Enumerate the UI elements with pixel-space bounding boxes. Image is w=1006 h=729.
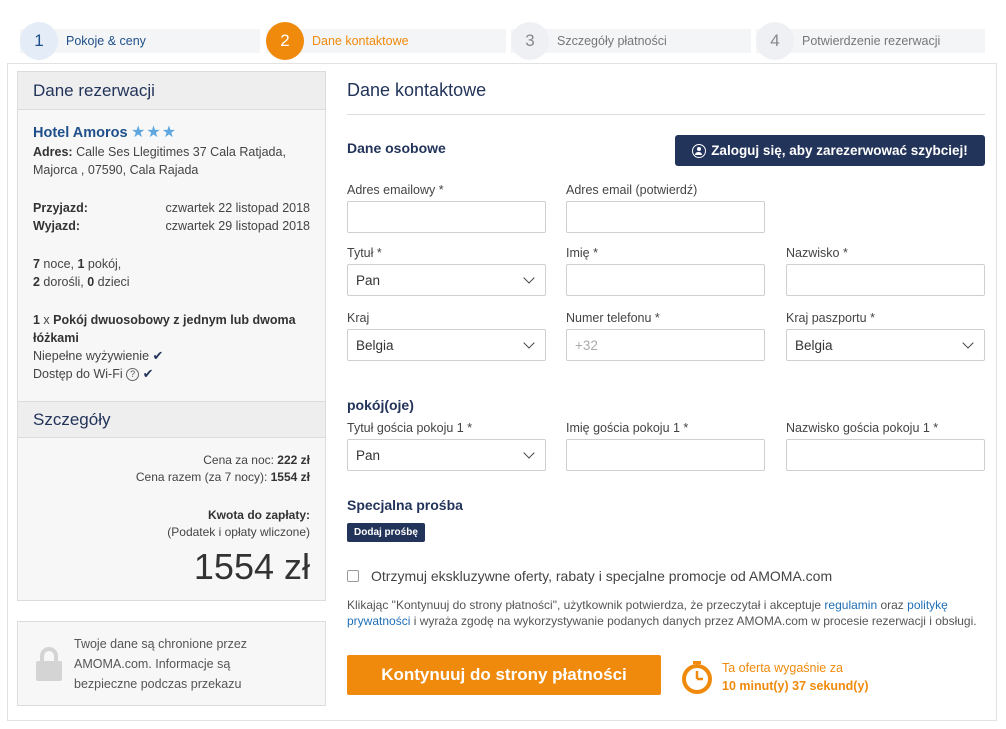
title-select[interactable]: Pan [347, 264, 546, 296]
chevron-down-icon [523, 337, 535, 349]
checkout-row: Wyjazd: czwartek 29 listopad 2018 [33, 219, 310, 233]
email-confirm-label: Adres email (potwierdź) [566, 183, 698, 197]
amount-due-label: Kwota do zapłaty: [207, 508, 310, 522]
chevron-down-icon [523, 447, 535, 459]
phone-label: Numer telefonu * [566, 311, 660, 325]
firstname-field[interactable] [566, 264, 765, 296]
hotel-address: Adres: Calle Ses Llegitimes 37 Cala Ratj… [33, 145, 286, 177]
email-confirm-field[interactable] [566, 201, 765, 233]
help-icon[interactable]: ? [126, 368, 140, 381]
lastname-label: Nazwisko * [786, 246, 848, 260]
passport-country-select[interactable]: Belgia [786, 329, 985, 361]
reservation-summary: Dane rezerwacji Hotel Amoros ★★★ Adres: … [17, 71, 326, 601]
step-number: 3 [511, 22, 549, 60]
firstname-label: Imię * [566, 246, 598, 260]
room-type: 1 x Pokój dwuosobowy z jednym lub dwoma … [33, 313, 296, 345]
offer-timer: Ta oferta wygaśnie za 10 minut(y) 37 sek… [680, 659, 869, 695]
progress-steps: 1 Pokoje & ceny 2 Dane kontaktowe 3 Szcz… [20, 22, 985, 60]
lock-icon [36, 646, 62, 681]
offers-optin[interactable]: Otrzymuj ekskluzywne oferty, rabaty i sp… [347, 568, 832, 584]
step-number: 1 [20, 22, 58, 60]
terms-link[interactable]: regulamin [824, 598, 877, 612]
hotel-name[interactable]: Hotel Amoros [33, 125, 128, 141]
tax-note: (Podatek i opłaty wliczone) [167, 525, 310, 539]
details-heading: Szczegóły [18, 401, 325, 438]
add-request-button[interactable]: Dodaj prośbę [347, 523, 425, 542]
star-rating-icon: ★★★ [131, 124, 178, 141]
timer-caption: Ta oferta wygaśnie za [722, 661, 843, 675]
user-icon [692, 143, 707, 158]
passport-label: Kraj paszportu * [786, 311, 875, 325]
guest-title-select[interactable]: Pan [347, 439, 546, 471]
personal-data-heading: Dane osobowe [347, 140, 446, 156]
guest-firstname-field[interactable] [566, 439, 765, 471]
stay-summary: 7 noce, 1 pokój, 2 dorośli, 0 dzieci [33, 257, 130, 289]
stopwatch-icon [682, 661, 712, 694]
step-label: Szczegóły płatności [557, 34, 667, 48]
security-note: Twoje dane są chronione przez AMOMA.com.… [17, 621, 326, 706]
rooms-heading: pokój(oje) [347, 397, 414, 413]
checkmark-icon: ✔ [152, 348, 164, 363]
legal-text: Klikając "Kontynuuj do strony płatności"… [347, 598, 977, 628]
title-label: Tytuł * [347, 246, 382, 260]
price-per-night: Cena za noc: 222 zł [203, 453, 310, 467]
country-label: Kraj [347, 311, 370, 325]
country-select[interactable]: Belgia [347, 329, 546, 361]
step-rooms-prices[interactable]: 1 Pokoje & ceny [20, 22, 260, 60]
divider [347, 114, 985, 115]
email-field[interactable] [347, 201, 546, 233]
step-label: Potwierdzenie rezerwacji [802, 34, 941, 48]
guest-title-label: Tytuł gościa pokoju 1 * [347, 421, 473, 435]
checkin-row: Przyjazd: czwartek 22 listopad 2018 [33, 201, 310, 215]
reservation-heading: Dane rezerwacji [18, 72, 325, 110]
security-text: Twoje dane są chronione przez AMOMA.com.… [74, 636, 248, 691]
checkmark-icon: ✔ [142, 366, 154, 381]
step-label: Pokoje & ceny [66, 34, 146, 48]
step-number: 4 [756, 22, 794, 60]
optin-label: Otrzymuj ekskluzywne oferty, rabaty i sp… [371, 568, 833, 584]
amount-due: 1554 zł [193, 546, 310, 587]
offers-checkbox[interactable] [347, 570, 359, 582]
email-label: Adres emailowy * [347, 183, 444, 197]
step-number: 2 [266, 22, 304, 60]
chevron-down-icon [523, 272, 535, 284]
lastname-field[interactable] [786, 264, 985, 296]
login-button[interactable]: Zaloguj się, aby zarezerwować szybciej! [675, 135, 985, 166]
step-confirmation: 4 Potwierdzenie rezerwacji [756, 22, 985, 60]
board-info: Niepełne wyżywienie ✔ [33, 348, 164, 363]
step-label: Dane kontaktowe [312, 34, 409, 48]
guest-lastname-field[interactable] [786, 439, 985, 471]
continue-to-payment-button[interactable]: Kontynuuj do strony płatności [347, 655, 661, 695]
step-contact-details: 2 Dane kontaktowe [266, 22, 506, 60]
phone-field[interactable] [566, 329, 765, 361]
timer-countdown: 10 minut(y) 37 sekund(y) [722, 679, 869, 693]
price-details: Cena za noc: 222 zł Cena razem (za 7 noc… [18, 452, 325, 587]
step-payment-details: 3 Szczegóły płatności [511, 22, 751, 60]
price-total: Cena razem (za 7 nocy): 1554 zł [135, 470, 310, 484]
wifi-info: Dostęp do Wi-Fi ? ✔ [33, 366, 154, 381]
guest-lastname-label: Nazwisko gościa pokoju 1 * [786, 421, 939, 435]
form-title: Dane kontaktowe [347, 80, 487, 100]
guest-firstname-label: Imię gościa pokoju 1 * [566, 421, 689, 435]
chevron-down-icon [962, 337, 974, 349]
special-request-heading: Specjalna prośba [347, 497, 463, 513]
